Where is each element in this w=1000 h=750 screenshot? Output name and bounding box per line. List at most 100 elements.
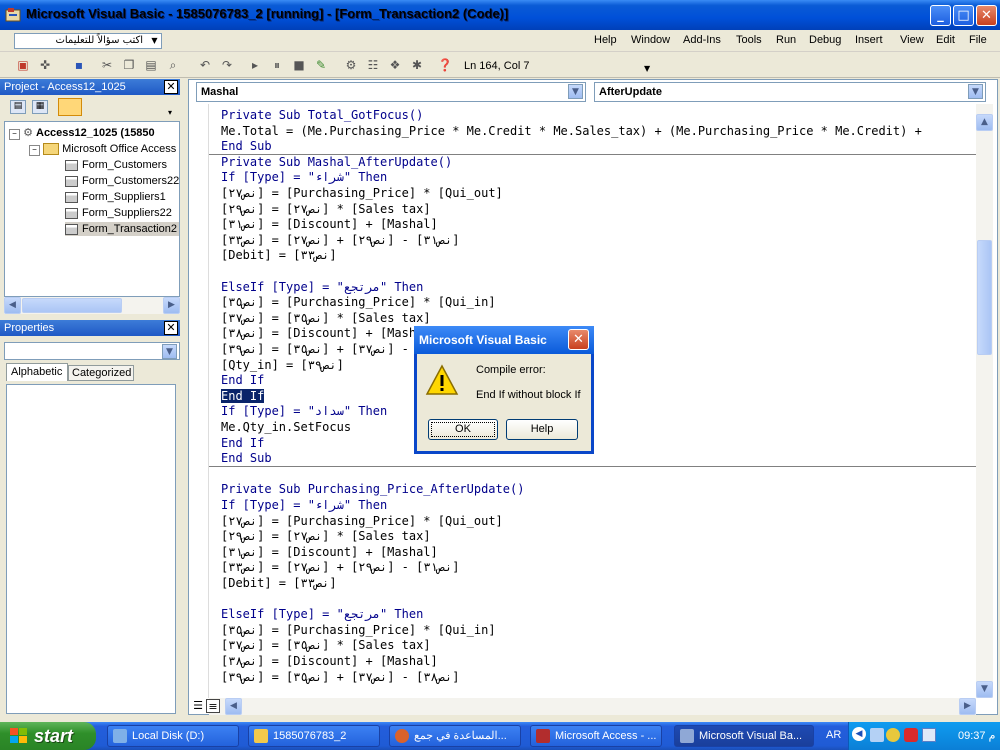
code-line[interactable]: [نص٣٧] = [نص٣٥] * [Sales tax] — [221, 638, 431, 654]
tree-item-form[interactable]: Form_Customers — [65, 158, 167, 172]
code-line[interactable]: ElseIf [Type] = "مرتجع" Then — [221, 607, 423, 623]
project-explorer-icon[interactable]: ⚙ — [342, 57, 360, 74]
menu-debug[interactable]: Debug — [809, 34, 841, 46]
code-hscroll[interactable] — [209, 698, 976, 715]
scroll-right-icon[interactable]: ▶ — [959, 698, 976, 715]
code-line[interactable]: [Debit] = [نص٣٣] — [221, 576, 337, 592]
copy-icon[interactable]: ❐ — [120, 57, 138, 74]
redo-icon[interactable]: ↷ — [218, 57, 236, 74]
code-line[interactable]: [نص٣١] = [Discount] + [Mashal] — [221, 217, 438, 233]
code-line[interactable]: [نص٢٧] = [Purchasing_Price] * [Qui_out] — [221, 186, 503, 202]
code-line[interactable]: [نص٢٧] = [Purchasing_Price] * [Qui_out] — [221, 514, 503, 530]
task-browser[interactable]: المساعدة في جمع... — [389, 725, 521, 747]
procedure-view-icon[interactable]: ☰ — [191, 699, 205, 713]
code-line[interactable]: [Debit] = [نص٣٣] — [221, 248, 337, 264]
code-line[interactable]: [نص٣٣] = [نص٢٧] + [نص٢٩] - [نص٣١] — [221, 233, 459, 249]
help-search-input[interactable]: اكتب سؤالاً للتعليمات — [14, 33, 162, 49]
properties-window-icon[interactable]: ☷ — [364, 57, 382, 74]
network-icon[interactable] — [870, 728, 884, 742]
properties-list[interactable] — [6, 384, 176, 714]
properties-close-icon[interactable]: ✕ — [164, 321, 178, 335]
code-line[interactable]: Me.Total = (Me.Purchasing_Price * Me.Cre… — [221, 124, 922, 140]
task-access[interactable]: Microsoft Access - ... — [530, 725, 662, 747]
tab-categorized[interactable]: Categorized — [68, 365, 134, 381]
code-line[interactable]: [نص٣٨] = [Discount] + [Mashal] — [221, 654, 438, 670]
code-line[interactable]: [نص٣٧] = [نص٣٥] * [Sales tax] — [221, 311, 431, 327]
properties-object-combo[interactable] — [4, 342, 180, 360]
scroll-right-icon[interactable]: ▶ — [163, 297, 180, 314]
scroll-down-icon[interactable]: ▼ — [976, 681, 993, 698]
insert-module-icon[interactable]: ✜ — [36, 57, 54, 74]
tree-folder[interactable]: − Microsoft Office Access — [29, 142, 176, 156]
code-line[interactable]: [نص٣٣] = [نص٢٧] + [نص٢٩] - [نص٣١] — [221, 560, 459, 576]
help-icon[interactable]: ❓ — [436, 57, 454, 74]
code-line[interactable]: End If — [221, 436, 264, 452]
ok-button[interactable]: OK — [428, 419, 498, 440]
menu-window[interactable]: Window — [631, 34, 670, 46]
scroll-left-icon[interactable]: ◀ — [225, 698, 242, 715]
code-line[interactable]: [نص٣١] = [Discount] + [Mashal] — [221, 545, 438, 561]
code-line[interactable]: End Sub — [221, 451, 272, 467]
code-line[interactable]: Me.Qty_in.SetFocus — [221, 420, 351, 436]
code-line[interactable]: If [Type] = "سداد" Then — [221, 404, 387, 420]
code-line[interactable]: End Sub — [221, 139, 272, 155]
menu-view[interactable]: View — [900, 34, 924, 46]
tree-item-form[interactable]: Form_Suppliers1 — [65, 190, 166, 204]
code-line[interactable]: If [Type] = "شراء" Then — [221, 170, 387, 186]
close-button[interactable]: ✕ — [976, 5, 997, 26]
paste-icon[interactable]: ▤ — [142, 57, 160, 74]
project-toolbar-options-icon[interactable]: ▾ — [168, 108, 172, 117]
task-local-disk[interactable]: Local Disk (D:) — [107, 725, 239, 747]
toggle-folders-icon[interactable] — [58, 98, 82, 116]
code-line[interactable]: [نص٣٥] = [Purchasing_Price] * [Qui_in] — [221, 623, 496, 639]
code-line[interactable]: [نص٣٨] = [Discount] + [Mashal] — [221, 326, 438, 342]
code-line[interactable]: If [Type] = "شراء" Then — [221, 498, 387, 514]
menu-help[interactable]: Help — [594, 34, 617, 46]
help-dropdown-icon[interactable]: ▼ — [148, 34, 161, 48]
help-button[interactable]: Help — [506, 419, 578, 440]
tree-item-form[interactable]: Form_Customers22 — [65, 174, 179, 188]
code-line[interactable]: End If — [221, 388, 265, 405]
object-combo[interactable]: Mashal — [196, 82, 586, 102]
find-icon[interactable]: ⌕ — [164, 57, 182, 74]
code-line[interactable]: ElseIf [Type] = "مرتجع" Then — [221, 280, 423, 296]
dialog-close-button[interactable]: ✕ — [568, 329, 589, 350]
tab-alphabetic[interactable]: Alphabetic — [6, 363, 68, 381]
chevron-down-icon[interactable]: ▼ — [162, 344, 177, 359]
code-line[interactable]: [نص٣٥] = [Purchasing_Price] * [Qui_in] — [221, 295, 496, 311]
run-icon[interactable]: ▸ — [246, 57, 264, 74]
tree-item-form-selected[interactable]: Form_Transaction2 — [65, 222, 179, 236]
tree-item-form[interactable]: Form_Suppliers22 — [65, 206, 172, 220]
collapse-icon[interactable]: − — [29, 145, 40, 156]
menu-tools[interactable]: Tools — [736, 34, 762, 46]
code-line[interactable]: Private Sub Total_GotFocus() — [221, 108, 423, 124]
collapse-icon[interactable]: − — [9, 129, 20, 140]
menu-insert[interactable]: Insert — [855, 34, 883, 46]
toolbox-icon[interactable]: ✱ — [408, 57, 426, 74]
chevron-down-icon[interactable]: ▼ — [568, 84, 583, 99]
project-scroll-thumb[interactable] — [22, 298, 122, 313]
code-vscroll[interactable] — [976, 104, 993, 698]
monitor-icon[interactable] — [922, 728, 936, 742]
menu-file[interactable]: File — [969, 34, 987, 46]
maximize-button[interactable]: □ — [953, 5, 974, 26]
reset-icon[interactable]: ■ — [290, 57, 308, 74]
tray-app-icon[interactable] — [886, 728, 900, 742]
task-folder[interactable]: 1585076783_2 — [248, 725, 380, 747]
task-visual-basic[interactable]: Microsoft Visual Ba... — [674, 725, 814, 747]
design-mode-icon[interactable]: ✎ — [312, 57, 330, 74]
menu-add-ins[interactable]: Add-Ins — [683, 34, 721, 46]
code-line[interactable]: [نص٢٩] = [نص٢٧] * [Sales tax] — [221, 202, 431, 218]
language-indicator[interactable]: AR — [826, 729, 841, 741]
toolbar-options-icon[interactable]: ▼ — [644, 64, 650, 73]
code-vscroll-thumb[interactable] — [977, 240, 992, 355]
chevron-down-icon[interactable]: ▼ — [968, 84, 983, 99]
vb-app-icon[interactable] — [5, 7, 21, 23]
break-icon[interactable]: ⏸ — [268, 57, 286, 74]
code-line[interactable]: Private Sub Mashal_AfterUpdate() — [221, 155, 452, 171]
code-line[interactable]: [Qty_in] = [نص٣٩] — [221, 358, 344, 374]
scroll-left-icon[interactable]: ◀ — [4, 297, 21, 314]
procedure-combo[interactable]: AfterUpdate — [594, 82, 986, 102]
undo-icon[interactable]: ↶ — [196, 57, 214, 74]
full-module-view-icon[interactable]: ≡ — [206, 699, 220, 713]
